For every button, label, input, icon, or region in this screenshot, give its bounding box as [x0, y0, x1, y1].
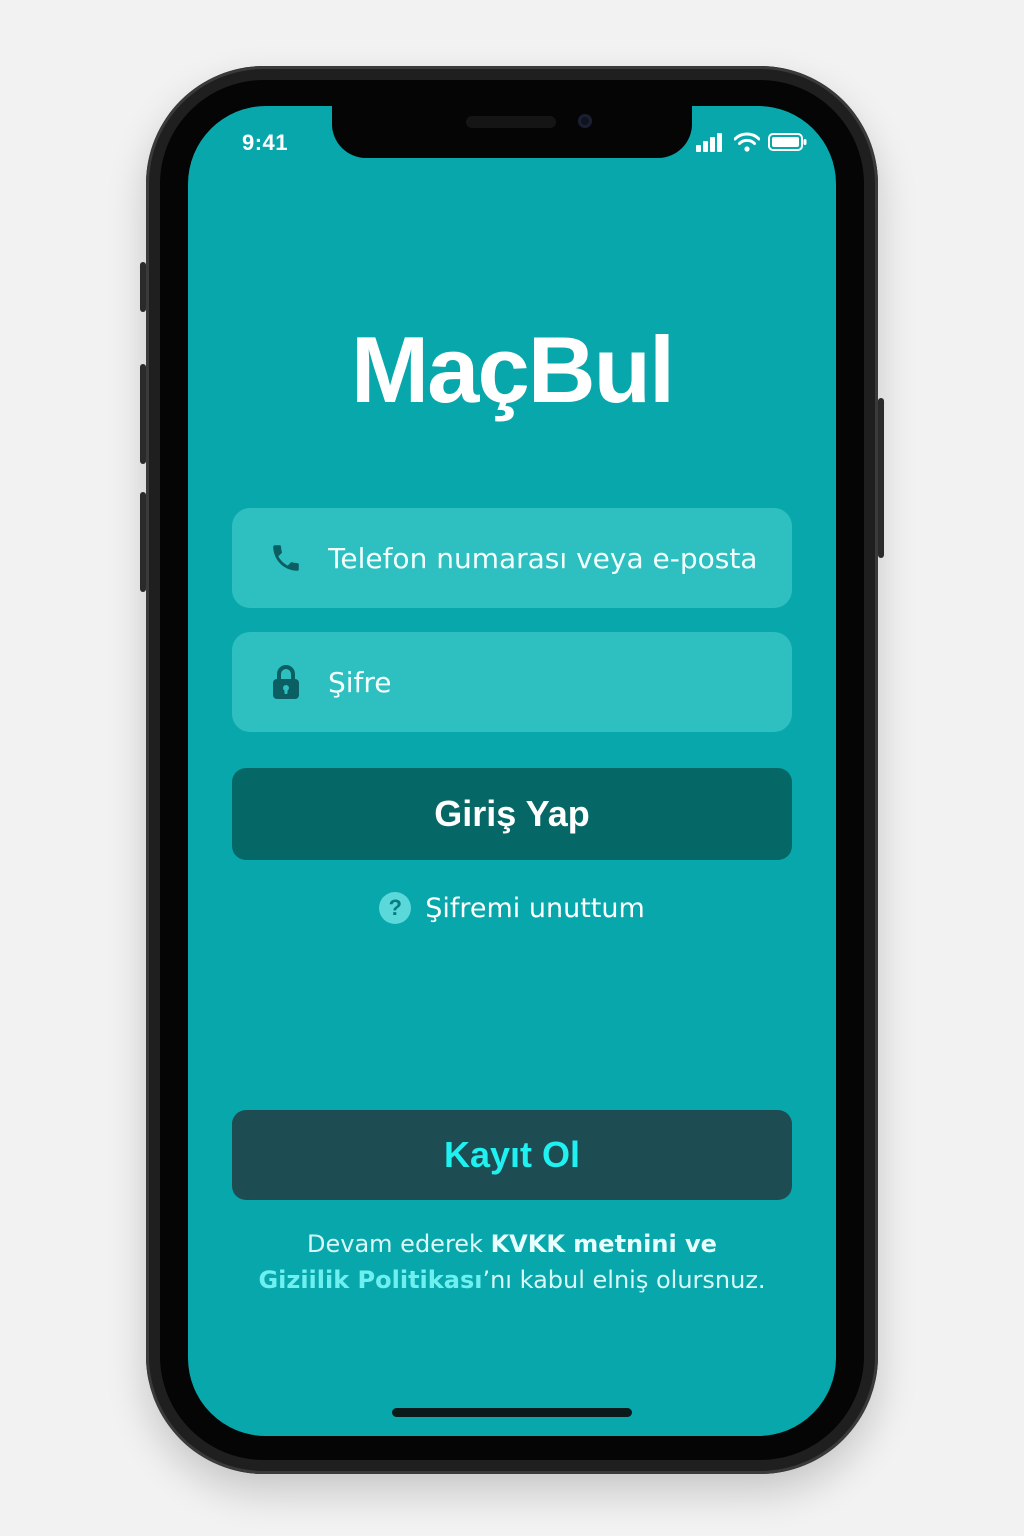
identifier-field[interactable] — [232, 508, 792, 608]
home-indicator[interactable] — [392, 1408, 632, 1417]
app-title: MaçBul — [350, 317, 675, 422]
wifi-icon — [733, 132, 761, 156]
front-camera — [578, 114, 592, 128]
forgot-password-link[interactable]: ? Şifremi unuttum — [188, 892, 836, 924]
app-screen: 9:41 MaçBul Telefon numarası veya e-post… — [188, 106, 836, 1436]
battery-icon — [768, 132, 808, 156]
identifier-input[interactable] — [326, 540, 770, 576]
forgot-password-label: Şifremi unuttum — [425, 892, 645, 924]
notch — [332, 106, 692, 158]
kvkk-link[interactable]: KVKK metnini ve — [491, 1230, 717, 1258]
phone-icon — [268, 540, 304, 576]
password-field[interactable] — [232, 632, 792, 732]
legal-notice: Devam ederek KVKK metnini ve Giziilik Po… — [218, 1226, 806, 1298]
privacy-policy-link[interactable]: Giziilik Politikası — [258, 1266, 482, 1294]
lock-icon — [268, 664, 304, 700]
power-button — [878, 398, 884, 558]
question-icon: ? — [379, 892, 412, 924]
legal-suffix: ’nı kabul elniş olursnuz. — [482, 1266, 766, 1294]
silent-switch — [140, 262, 146, 312]
password-input[interactable] — [326, 664, 770, 700]
status-icons — [696, 132, 808, 156]
signal-icon — [696, 132, 726, 156]
status-time: 9:41 — [242, 130, 289, 155]
volume-down-button — [140, 492, 146, 592]
earpiece-speaker — [466, 116, 556, 128]
legal-prefix: Devam ederek — [307, 1230, 491, 1258]
volume-up-button — [140, 364, 146, 464]
login-button[interactable]: Giriş Yap — [232, 768, 792, 860]
register-button[interactable]: Kayıt Ol — [232, 1110, 792, 1200]
